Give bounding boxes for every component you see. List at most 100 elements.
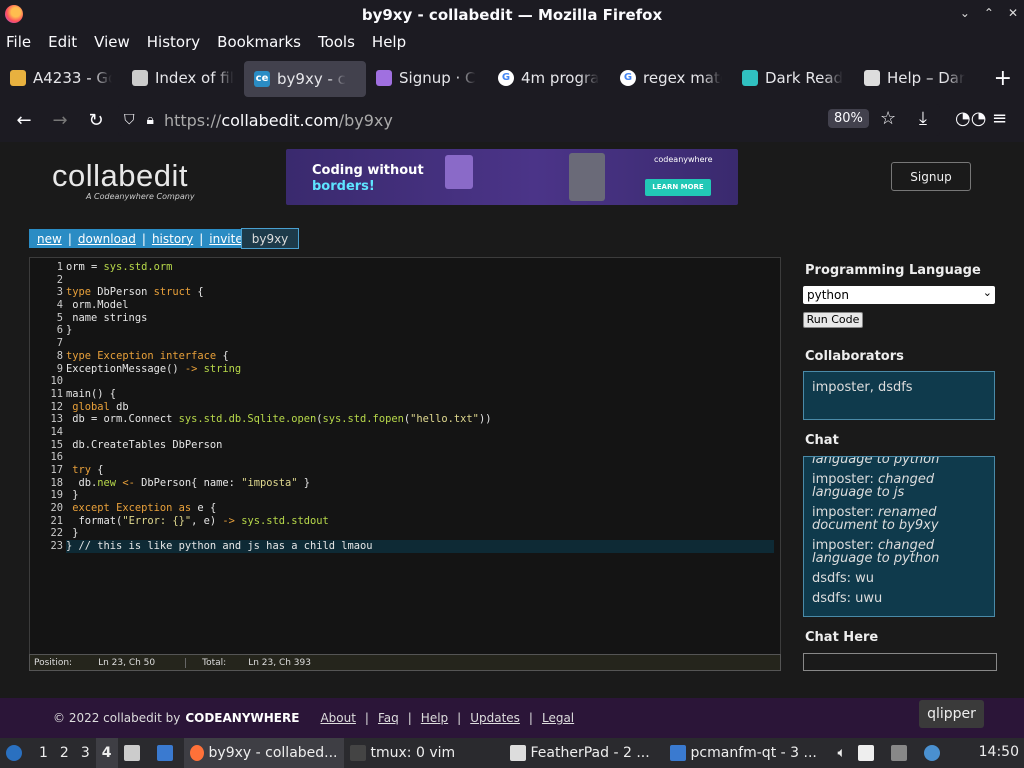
tab-7[interactable]: Dark Read <box>732 58 854 98</box>
task-featherpad[interactable]: FeatherPad - 2 ... <box>504 738 664 768</box>
line-number: 13 <box>50 413 63 426</box>
clipboard-icon[interactable] <box>852 738 885 768</box>
reload-button[interactable]: ↻ <box>78 110 114 131</box>
network-icon[interactable] <box>885 738 918 768</box>
menu-edit[interactable]: Edit <box>48 33 77 51</box>
line-number: 17 <box>50 464 63 476</box>
menu-help[interactable]: Help <box>372 33 406 51</box>
download-link[interactable]: download <box>78 232 136 246</box>
chat-log[interactable]: language to python imposter: changed lang… <box>803 456 995 617</box>
advertisement-banner[interactable]: Coding without borders! codeanywhere LEA… <box>286 149 738 205</box>
extension-glasses-icon[interactable]: ◔◔ <box>955 108 986 129</box>
tracking-shield-icon[interactable]: ⛉ <box>124 112 135 128</box>
forward-button[interactable]: → <box>42 110 78 131</box>
back-button[interactable]: ← <box>6 110 42 131</box>
document-name[interactable]: by9xy <box>241 228 299 249</box>
downloads-icon[interactable]: ⤓ <box>919 108 927 129</box>
tab-2[interactable]: Index of fil <box>122 58 244 98</box>
workspace-3[interactable]: 3 <box>75 738 96 768</box>
codeanywhere-link[interactable]: CODEANYWHERE <box>185 711 299 725</box>
volume-icon[interactable]: 🔈︎ <box>832 738 852 768</box>
code-line[interactable]: main() { <box>66 388 776 401</box>
lock-icon[interactable]: 🔒︎ <box>147 112 154 128</box>
code-line[interactable]: orm = sys.std.orm <box>66 261 776 274</box>
terminal-icon <box>349 745 366 761</box>
code-line[interactable]: format("Error: {}", e) -> sys.std.stdout <box>66 515 776 528</box>
code-line[interactable] <box>66 451 776 464</box>
invite-link[interactable]: invite <box>209 232 242 246</box>
code-line[interactable]: } <box>66 324 776 337</box>
task-pcmanfm[interactable]: pcmanfm-qt - 3 ... <box>664 738 824 768</box>
footer-help-link[interactable]: Help <box>421 711 448 725</box>
maximize-button[interactable]: ⌃ <box>984 6 994 20</box>
taskbar-clock[interactable]: 14:50 <box>979 744 1019 760</box>
chat-message: dsdfs: uwu <box>812 591 883 606</box>
new-tab-button[interactable]: + <box>994 66 1012 91</box>
menu-view[interactable]: View <box>94 33 130 51</box>
code-line[interactable]: } <box>66 489 776 502</box>
menu-bookmarks[interactable]: Bookmarks <box>217 33 301 51</box>
code-editor[interactable]: 1 2 3 4 5 6 7 8 9 10 11 12 13 14 15 16 17 18 19 20 21 22 23 or… <box>29 257 781 671</box>
code-line[interactable]: type Exception interface { <box>66 350 776 363</box>
code-line[interactable]: } // this is like python and js has a ch… <box>66 540 774 553</box>
tab-1[interactable]: A4233 - Go <box>0 58 122 98</box>
tab-8[interactable]: Help – Dar <box>854 58 976 98</box>
code-line[interactable]: db = orm.Connect sys.std.db.Sqlite.open(… <box>66 413 776 426</box>
file-manager-launcher-icon[interactable] <box>118 738 151 768</box>
folder-icon <box>669 745 686 761</box>
task-tmux[interactable]: tmux: 0 vim <box>344 738 504 768</box>
menu-file[interactable]: File <box>6 33 31 51</box>
code-line[interactable] <box>66 274 776 287</box>
bookmark-star-icon[interactable]: ☆ <box>880 108 896 129</box>
code-line[interactable]: type DbPerson struct { <box>66 286 776 299</box>
code-area[interactable]: orm = sys.std.orm type DbPerson struct {… <box>66 261 776 553</box>
workspace-2[interactable]: 2 <box>54 738 75 768</box>
close-button[interactable]: ✕ <box>1008 6 1018 20</box>
code-line[interactable]: name strings <box>66 312 776 325</box>
history-link[interactable]: history <box>152 232 193 246</box>
url-bar[interactable]: ⛉ 🔒︎ https://collabedit.com/by9xy <box>118 104 940 136</box>
footer-updates-link[interactable]: Updates <box>470 711 520 725</box>
code-line[interactable]: db.new <- DbPerson{ name: "imposta" } <box>66 477 776 490</box>
hamburger-menu-icon[interactable]: ≡ <box>992 108 1007 129</box>
code-line[interactable]: db.CreateTables DbPerson <box>66 439 776 452</box>
run-code-button[interactable]: Run Code <box>803 312 863 328</box>
task-firefox[interactable]: by9xy - collabed... <box>183 738 344 768</box>
code-line[interactable] <box>66 337 776 350</box>
firefox-icon <box>189 745 204 761</box>
code-line[interactable]: } <box>66 527 776 540</box>
footer-faq-link[interactable]: Faq <box>378 711 399 725</box>
collabedit-logo[interactable]: collabedit A Codeanywhere Company <box>52 158 195 201</box>
zoom-level[interactable]: 80% <box>828 109 869 128</box>
show-desktop-icon[interactable] <box>151 738 184 768</box>
tab-label: Dark Read <box>765 69 844 87</box>
new-link[interactable]: new <box>37 232 62 246</box>
footer-legal-link[interactable]: Legal <box>542 711 574 725</box>
minimize-button[interactable]: ⌄ <box>960 6 970 20</box>
start-menu-icon[interactable] <box>0 738 33 768</box>
menu-tools[interactable]: Tools <box>318 33 355 51</box>
code-line[interactable]: except Exception as e { <box>66 502 776 515</box>
code-line[interactable]: orm.Model <box>66 299 776 312</box>
workspace-1[interactable]: 1 <box>33 738 54 768</box>
menu-history[interactable]: History <box>147 33 200 51</box>
code-line[interactable]: global db <box>66 401 776 414</box>
featherpad-icon <box>509 745 526 761</box>
chat-input[interactable] <box>803 653 997 671</box>
language-select[interactable]: python ⌄ <box>803 286 995 304</box>
signup-button[interactable]: Signup <box>891 162 971 191</box>
ad-subheadline: borders! <box>312 179 375 194</box>
tab-3[interactable]: ce by9xy - c <box>244 61 366 97</box>
workspace-4[interactable]: 4 <box>95 738 118 768</box>
code-line[interactable]: ExceptionMessage() -> string <box>66 363 776 376</box>
notification-icon[interactable] <box>918 738 951 768</box>
position-value: Ln 23, Ch 50 <box>98 657 156 668</box>
tab-4[interactable]: Signup · C <box>366 58 488 98</box>
code-line[interactable] <box>66 375 776 388</box>
code-line[interactable]: try { <box>66 464 776 477</box>
code-line[interactable] <box>66 426 776 439</box>
tab-6[interactable]: Gregex matc <box>610 58 732 98</box>
footer-about-link[interactable]: About <box>320 711 355 725</box>
ad-learn-more-button[interactable]: LEARN MORE <box>645 179 711 196</box>
tab-5[interactable]: G 4m progra <box>488 58 610 98</box>
